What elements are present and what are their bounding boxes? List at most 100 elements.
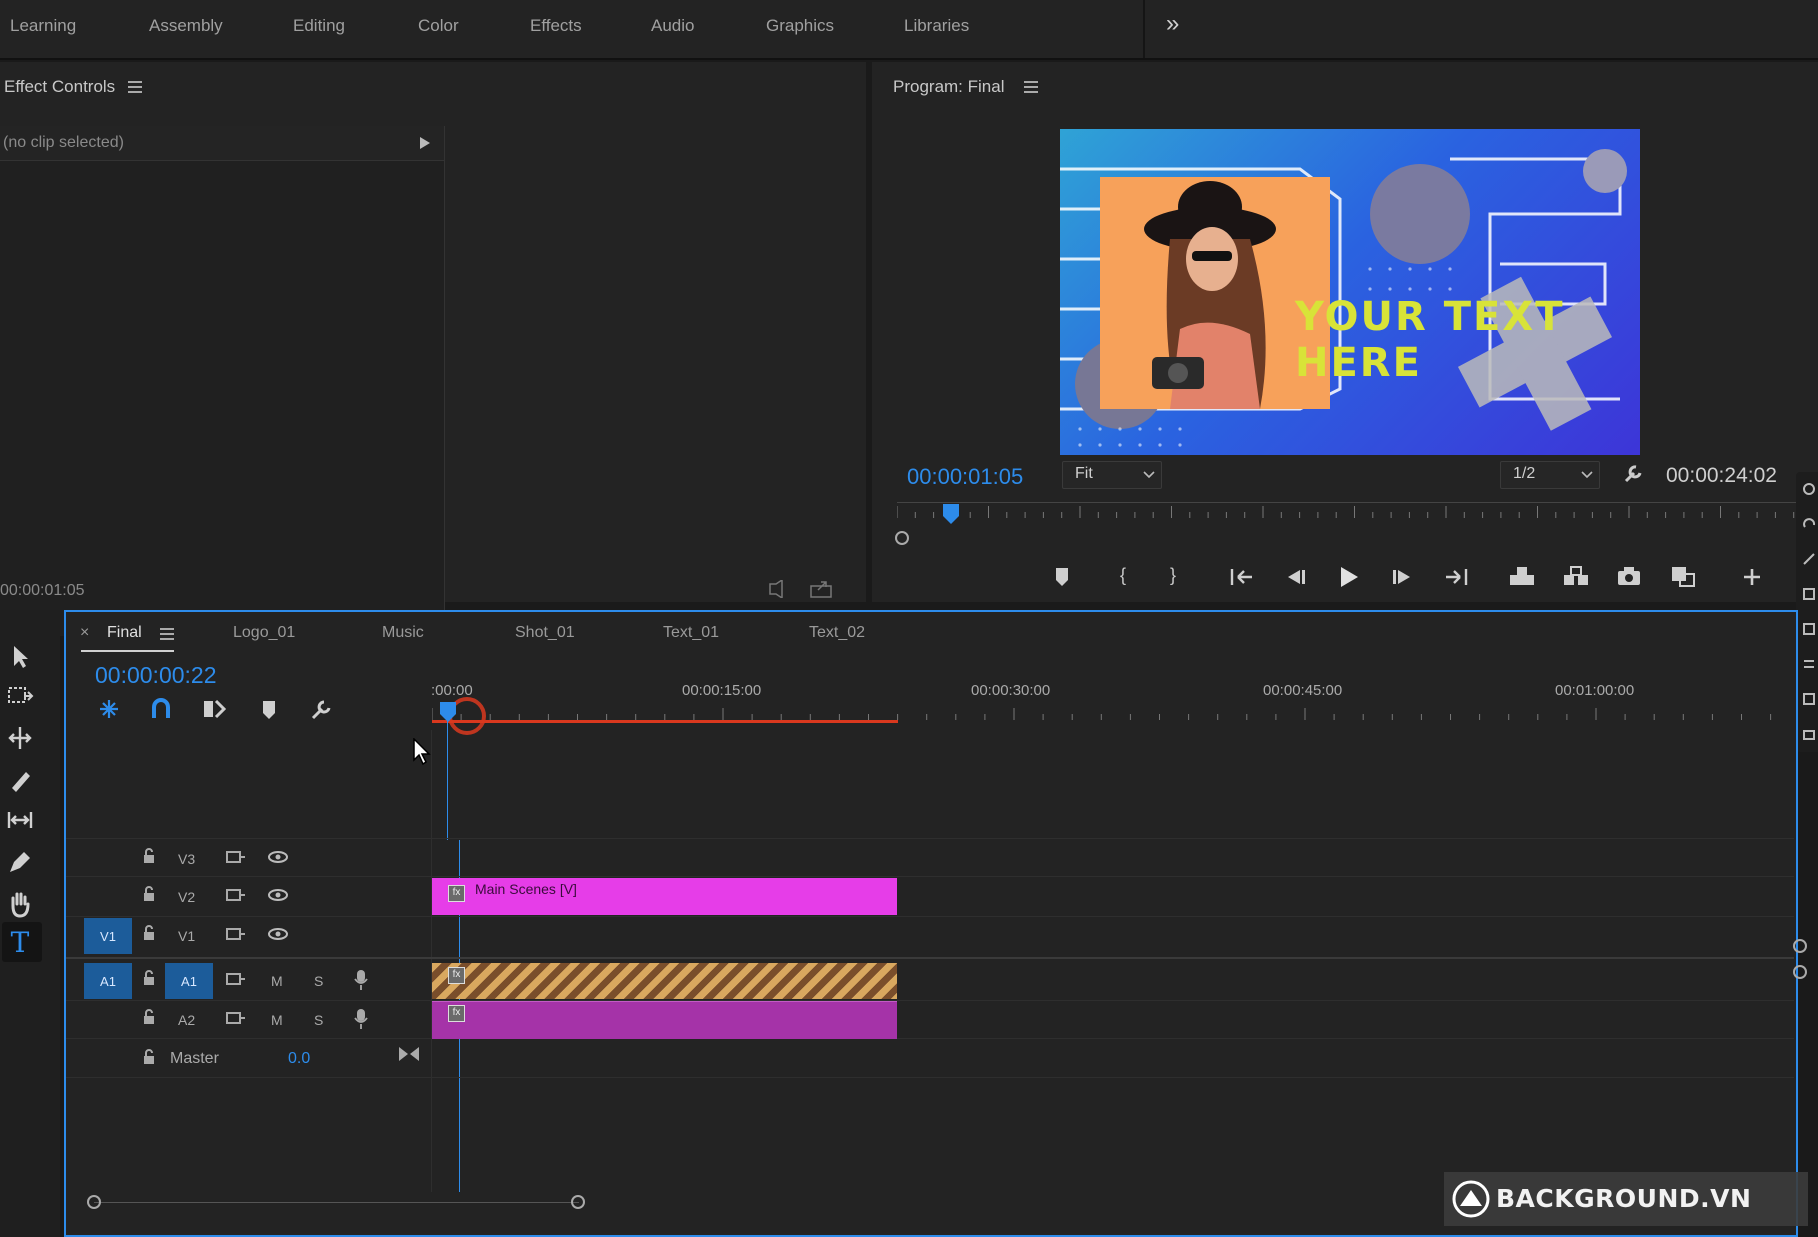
timeline-horizontal-scrollbar[interactable] <box>94 1202 579 1203</box>
sync-lock-icon[interactable] <box>226 971 246 987</box>
sync-lock-icon[interactable] <box>226 887 246 903</box>
lock-icon[interactable] <box>142 1009 156 1025</box>
sync-lock-icon[interactable] <box>226 1010 246 1026</box>
eye-icon[interactable] <box>267 888 289 902</box>
more-workspaces-icon[interactable]: » <box>1166 10 1179 38</box>
go-to-in-icon[interactable] <box>1230 567 1254 587</box>
tab-music[interactable]: Music <box>382 624 424 642</box>
work-area-bar[interactable] <box>432 720 898 723</box>
clip-main-scenes-video[interactable]: fx Main Scenes [V] <box>432 878 897 915</box>
workspace-audio[interactable]: Audio <box>651 16 694 36</box>
play-box-icon[interactable] <box>1802 622 1816 636</box>
lock-icon[interactable] <box>142 970 156 986</box>
program-monitor-title[interactable]: Program: Final <box>893 77 1004 97</box>
extract-icon[interactable] <box>1562 565 1590 587</box>
program-current-timecode[interactable]: 00:00:01:05 <box>907 464 1023 490</box>
solo-button[interactable]: S <box>314 1012 323 1028</box>
sync-lock-icon[interactable] <box>226 926 246 942</box>
wrench-icon[interactable] <box>1622 463 1644 485</box>
source-patch-v1[interactable]: V1 <box>84 918 132 954</box>
go-to-out-icon[interactable] <box>1444 567 1468 587</box>
rotate-icon[interactable] <box>1802 517 1816 531</box>
wand-icon[interactable] <box>1802 552 1816 566</box>
monitor-playhead[interactable] <box>942 504 959 524</box>
monitor-zoom-handle-left[interactable] <box>894 530 910 546</box>
razor-tool-icon[interactable] <box>6 766 34 794</box>
grid-icon[interactable] <box>1802 692 1816 706</box>
add-marker-icon[interactable] <box>1054 567 1070 587</box>
tab-final[interactable]: Final <box>107 624 142 642</box>
clip-audio-a2[interactable]: fx <box>432 1001 897 1039</box>
camera-icon[interactable] <box>1802 727 1816 741</box>
export-frame-icon[interactable] <box>1616 565 1642 587</box>
add-marker-icon[interactable] <box>261 700 277 720</box>
type-tool-icon[interactable]: T <box>6 926 34 959</box>
microphone-icon[interactable] <box>354 1008 368 1030</box>
step-back-icon[interactable] <box>1284 567 1306 587</box>
clip-audio-a1[interactable]: fx <box>432 963 897 999</box>
hand-tool-icon[interactable] <box>6 890 34 918</box>
solo-button[interactable]: S <box>314 973 323 989</box>
pen-tool-icon[interactable] <box>6 848 34 876</box>
workspace-libraries[interactable]: Libraries <box>904 16 969 36</box>
timeline-timecode[interactable]: 00:00:00:22 <box>95 662 217 689</box>
linked-selection-icon[interactable] <box>202 698 226 720</box>
lock-icon[interactable] <box>142 848 156 864</box>
lock-icon[interactable] <box>142 886 156 902</box>
timeline-playhead[interactable] <box>440 702 456 722</box>
tab-shot-01[interactable]: Shot_01 <box>515 624 575 642</box>
workspace-learning[interactable]: Learning <box>10 16 76 36</box>
workspace-effects[interactable]: Effects <box>530 16 582 36</box>
tab-text-01[interactable]: Text_01 <box>663 624 719 642</box>
sync-lock-icon[interactable] <box>226 849 246 865</box>
mute-button[interactable]: M <box>271 1012 283 1028</box>
video-tracks-scroll-handle[interactable] <box>1792 938 1808 954</box>
panel-menu-icon[interactable] <box>1024 81 1038 93</box>
step-forward-icon[interactable] <box>1392 567 1414 587</box>
swap-icon[interactable] <box>1802 657 1816 671</box>
eye-icon[interactable] <box>267 850 289 864</box>
timeline-settings-wrench-icon[interactable] <box>309 698 333 722</box>
play-icon[interactable] <box>1338 565 1360 589</box>
workspace-graphics[interactable]: Graphics <box>766 16 834 36</box>
audio-tracks-scroll-handle[interactable] <box>1792 964 1808 980</box>
panel-menu-icon[interactable] <box>160 628 174 640</box>
master-volume-value[interactable]: 0.0 <box>288 1050 310 1068</box>
track-a1-target[interactable]: A1 <box>165 963 213 999</box>
mute-button[interactable]: M <box>271 973 283 989</box>
zoom-icon[interactable] <box>1802 482 1816 496</box>
workspace-editing[interactable]: Editing <box>293 16 345 36</box>
playback-resolution-select[interactable]: 1/2 <box>1500 461 1600 489</box>
close-sequence-icon[interactable]: × <box>80 624 89 642</box>
slip-tool-icon[interactable] <box>6 806 34 834</box>
eye-icon[interactable] <box>267 927 289 941</box>
lock-icon[interactable] <box>142 925 156 941</box>
clip-selector-row[interactable]: (no clip selected) <box>0 126 444 161</box>
ripple-edit-tool-icon[interactable] <box>6 724 34 752</box>
scroll-handle-right[interactable] <box>570 1194 586 1210</box>
mark-out-icon[interactable]: } <box>1170 565 1176 586</box>
export-icon[interactable] <box>810 580 832 598</box>
snap-icon[interactable] <box>151 698 171 720</box>
panel-menu-icon[interactable] <box>128 81 142 93</box>
effect-controls-title[interactable]: Effect Controls <box>4 77 115 97</box>
mark-in-icon[interactable]: { <box>1120 565 1126 586</box>
track-select-tool-icon[interactable] <box>6 682 34 710</box>
nest-toggle-icon[interactable] <box>98 698 120 720</box>
lock-icon[interactable] <box>142 1049 156 1065</box>
compare-view-icon[interactable] <box>1670 565 1698 589</box>
go-to-out-point-icon[interactable] <box>398 1045 420 1063</box>
lift-icon[interactable] <box>1508 565 1536 587</box>
microphone-icon[interactable] <box>354 969 368 991</box>
scroll-handle-left[interactable] <box>86 1194 102 1210</box>
tab-text-02[interactable]: Text_02 <box>809 624 865 642</box>
selection-tool-icon[interactable] <box>6 642 34 670</box>
play-audio-icon[interactable] <box>768 580 790 598</box>
frame-icon[interactable] <box>1802 587 1816 601</box>
workspace-assembly[interactable]: Assembly <box>149 16 223 36</box>
workspace-color[interactable]: Color <box>418 16 459 36</box>
expand-arrow-icon[interactable] <box>420 137 430 149</box>
program-video-frame[interactable]: YOUR TEXT HERE <box>1060 129 1640 455</box>
tab-logo-01[interactable]: Logo_01 <box>233 624 295 642</box>
button-editor-plus-icon[interactable] <box>1742 567 1762 587</box>
